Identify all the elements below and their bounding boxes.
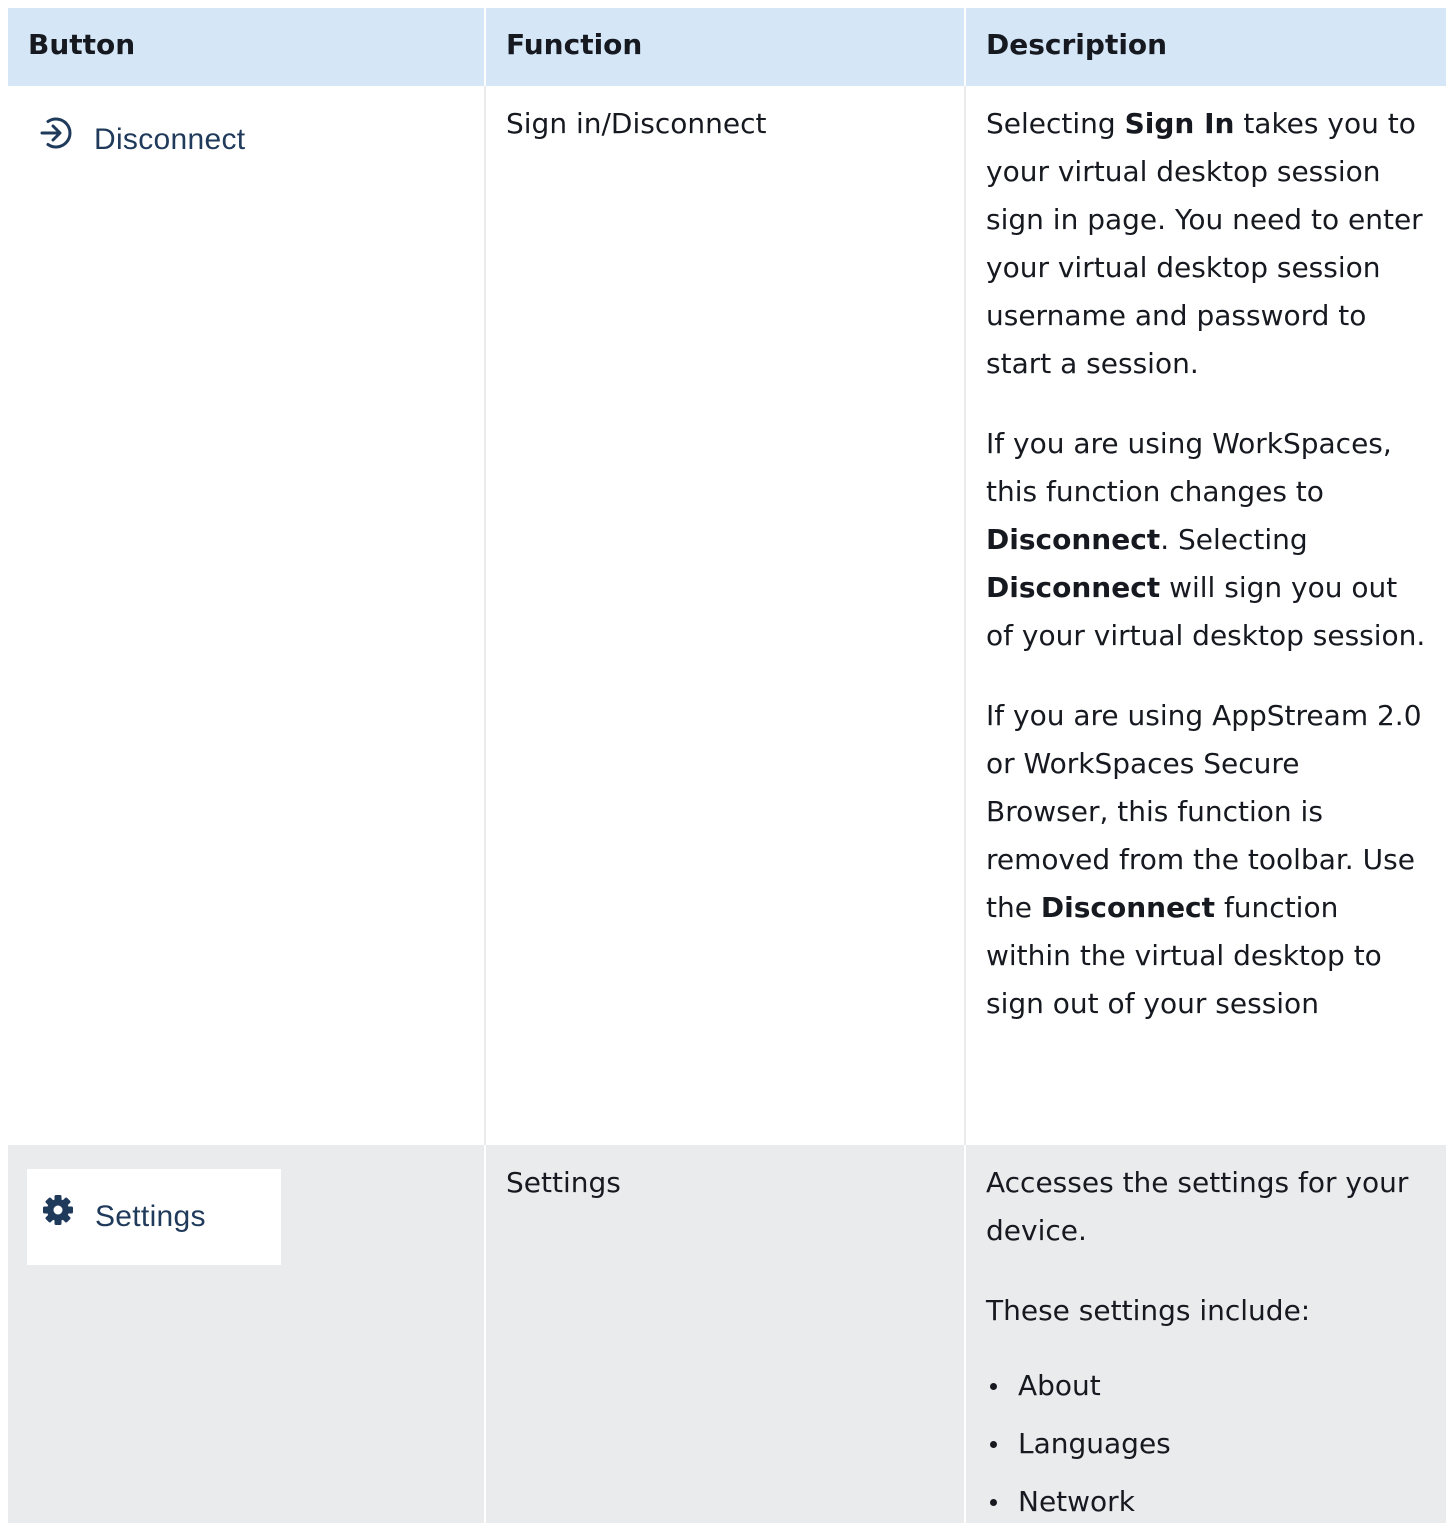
description-paragraph: If you are using AppStream 2.0 or WorkSp… xyxy=(986,692,1426,1028)
settings-button-label: Settings xyxy=(95,1200,206,1233)
bold-text: Disconnect xyxy=(1040,891,1216,924)
table-row: Disconnect Sign in/Disconnect Selecting … xyxy=(8,86,1446,1145)
bold-text: Sign In xyxy=(1124,107,1235,140)
description-paragraph: Selecting Sign In takes you to your virt… xyxy=(986,100,1426,388)
table-row: Settings Settings Accesses the settings … xyxy=(8,1145,1446,1523)
gear-icon xyxy=(41,1193,75,1242)
disconnect-button-label: Disconnect xyxy=(94,123,246,156)
sign-in-arrow-icon xyxy=(38,115,74,166)
header-function: Function xyxy=(486,8,966,86)
bold-text: Disconnect xyxy=(986,523,1161,556)
description-cell: Selecting Sign In takes you to your virt… xyxy=(966,86,1446,1145)
description-paragraph: These settings include: xyxy=(986,1294,1311,1327)
button-cell: Disconnect xyxy=(8,86,486,1145)
header-button: Button xyxy=(8,8,486,86)
text-run: . Selecting xyxy=(1160,523,1308,556)
disconnect-button[interactable]: Disconnect xyxy=(38,114,245,166)
table-header-row: Button Function Description xyxy=(8,8,1446,86)
description-cell: Accesses the settings for your device. T… xyxy=(966,1145,1446,1523)
text-run: Selecting xyxy=(986,107,1125,140)
settings-button[interactable]: Settings xyxy=(27,1169,281,1265)
buttons-table: Button Function Description Disconnect S… xyxy=(8,8,1446,1523)
text-run: takes you to your virtual desktop sessio… xyxy=(986,107,1423,380)
function-cell: Sign in/Disconnect xyxy=(486,86,966,1145)
list-item: Network xyxy=(990,1473,1426,1523)
description-paragraph: Accesses the settings for your device. xyxy=(986,1166,1409,1247)
list-item: Languages xyxy=(990,1415,1426,1473)
header-description: Description xyxy=(986,28,1168,61)
settings-list: About Languages Network xyxy=(986,1357,1426,1523)
description-paragraph: If you are using WorkSpaces, this functi… xyxy=(986,420,1426,660)
list-item: About xyxy=(990,1357,1426,1415)
function-cell: Settings xyxy=(486,1145,966,1523)
button-cell: Settings xyxy=(8,1145,486,1523)
text-run: If you are using WorkSpaces, this functi… xyxy=(986,427,1392,508)
bold-text: Disconnect xyxy=(986,571,1161,604)
